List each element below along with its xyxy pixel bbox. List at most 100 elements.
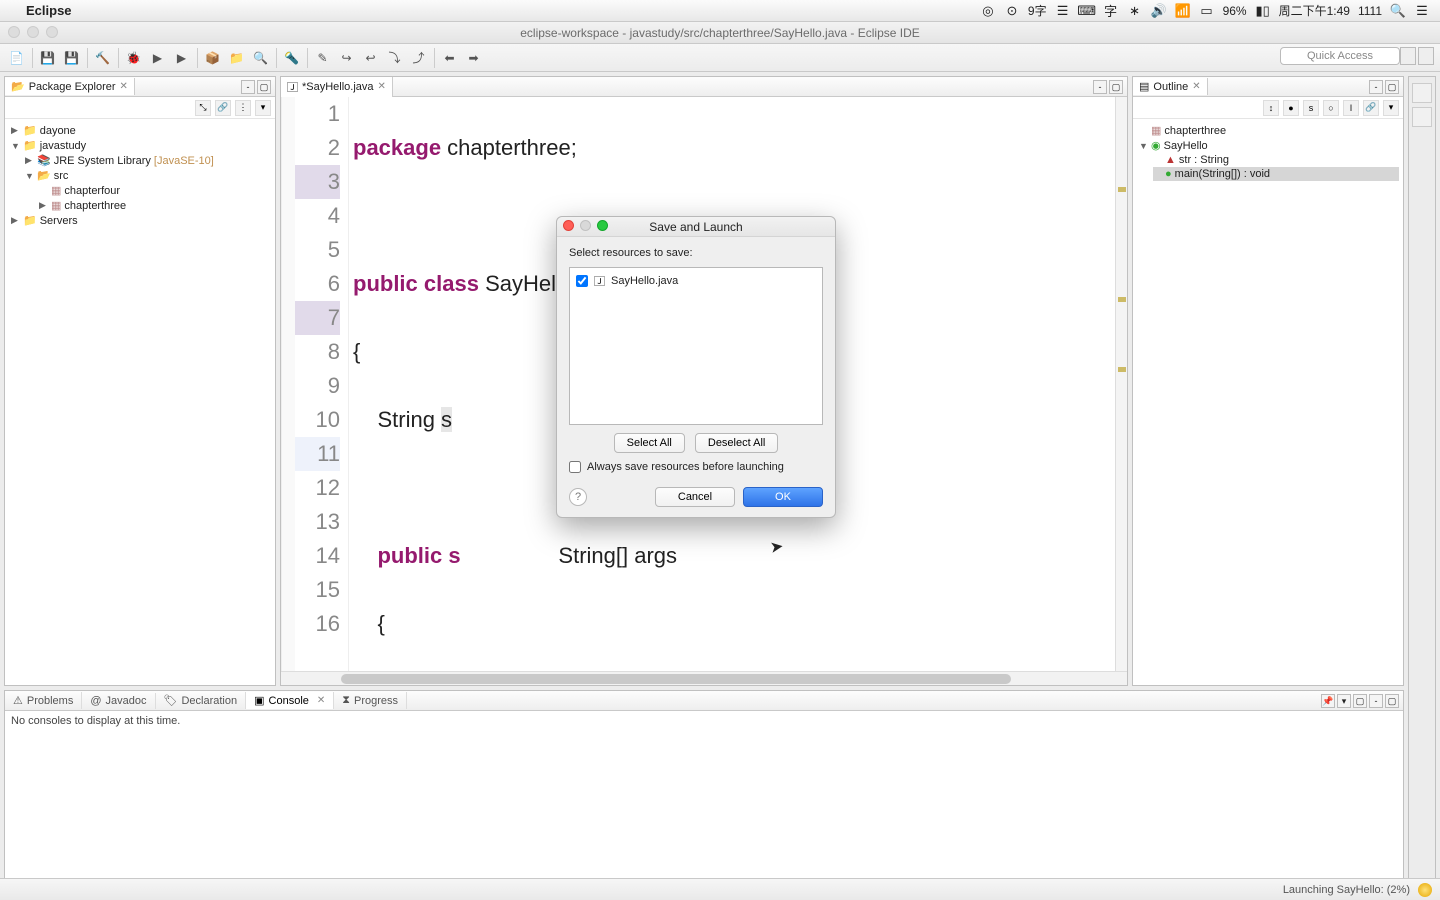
battery-icon[interactable]: ▮▯ bbox=[1255, 3, 1271, 19]
maximize-outline-button[interactable]: ▢ bbox=[1385, 80, 1399, 94]
quick-access[interactable]: Quick Access bbox=[1280, 47, 1400, 65]
trim-button-1[interactable] bbox=[1412, 83, 1432, 103]
outline-field[interactable]: ▲str : String bbox=[1153, 153, 1399, 167]
save-button[interactable]: 💾 bbox=[37, 48, 59, 68]
jre-library[interactable]: ▶📚JRE System Library [JavaSE-10] bbox=[25, 153, 271, 168]
menu-icon[interactable]: ☰ bbox=[1414, 3, 1430, 19]
src-folder[interactable]: ▼📂src bbox=[25, 168, 271, 183]
step4-button[interactable]: ⤴ bbox=[408, 48, 430, 68]
editor-tab[interactable]: 🄹 *SayHello.java ✕ bbox=[281, 77, 393, 97]
hide-fields-button[interactable]: ● bbox=[1283, 100, 1299, 116]
step2-button[interactable]: ↩ bbox=[360, 48, 382, 68]
progress-tab[interactable]: ⧗Progress bbox=[334, 692, 407, 709]
app-name[interactable]: Eclipse bbox=[26, 3, 72, 18]
filter-button[interactable]: ⋮ bbox=[235, 100, 251, 116]
build-button[interactable]: 🔨 bbox=[92, 48, 114, 68]
link-editor-button[interactable]: 🔗 bbox=[215, 100, 231, 116]
back-button[interactable]: ⬅ bbox=[439, 48, 461, 68]
toggle-mark-button[interactable]: ✎ bbox=[312, 48, 334, 68]
package-chapterthree[interactable]: ▶▦chapterthree bbox=[39, 198, 271, 213]
step3-button[interactable]: ⤵ bbox=[384, 48, 406, 68]
minimize-bottom-button[interactable]: - bbox=[1369, 694, 1383, 708]
close-editor-icon[interactable]: ✕ bbox=[378, 81, 386, 92]
ime-box2-icon[interactable]: ⌨ bbox=[1079, 3, 1095, 19]
project-dayone[interactable]: ▶📁dayone bbox=[11, 123, 271, 138]
siri-icon[interactable]: ◎ bbox=[980, 3, 996, 19]
javadoc-tab[interactable]: @Javadoc bbox=[82, 693, 155, 709]
declaration-tab[interactable]: 🏷Declaration bbox=[156, 692, 247, 709]
pin-console-button[interactable]: 📌 bbox=[1321, 694, 1335, 708]
outline-tab[interactable]: ▤ Outline ✕ bbox=[1133, 78, 1208, 95]
package-chapterfour[interactable]: ▦chapterfour bbox=[39, 183, 271, 198]
close-window-btn[interactable] bbox=[8, 26, 20, 38]
save-all-button[interactable]: 💾 bbox=[61, 48, 83, 68]
maximize-view-button[interactable]: ▢ bbox=[257, 80, 271, 94]
close-outline-icon[interactable]: ✕ bbox=[1192, 81, 1200, 92]
open-perspective-button[interactable] bbox=[1400, 47, 1416, 65]
dialog-close-button[interactable] bbox=[563, 220, 574, 231]
new-class-button[interactable]: 📦 bbox=[202, 48, 224, 68]
display-console-button[interactable]: ▾ bbox=[1337, 694, 1351, 708]
always-save-checkbox[interactable] bbox=[569, 461, 581, 473]
new-button[interactable]: 📄 bbox=[6, 48, 28, 68]
java-perspective-button[interactable] bbox=[1418, 47, 1434, 65]
sort-button[interactable]: ↕ bbox=[1263, 100, 1279, 116]
outline-package[interactable]: ▦chapterthree bbox=[1139, 123, 1399, 138]
maximize-editor-button[interactable]: ▢ bbox=[1109, 80, 1123, 94]
forward-button[interactable]: ➡ bbox=[463, 48, 485, 68]
hide-local-button[interactable]: l bbox=[1343, 100, 1359, 116]
hide-nonpublic-button[interactable]: ○ bbox=[1323, 100, 1339, 116]
display-icon[interactable]: ▭ bbox=[1199, 3, 1215, 19]
minimize-editor-button[interactable]: - bbox=[1093, 80, 1107, 94]
console-tab[interactable]: ▣Console✕ bbox=[246, 692, 334, 709]
package-explorer-tab[interactable]: 📂 Package Explorer ✕ bbox=[5, 78, 135, 95]
open-console-button[interactable]: ▢ bbox=[1353, 694, 1367, 708]
tip-bulb-icon[interactable] bbox=[1418, 883, 1432, 897]
debug-button[interactable]: 🐞 bbox=[123, 48, 145, 68]
project-servers[interactable]: ▶📁Servers bbox=[11, 213, 271, 228]
ime-box3-icon[interactable]: 字 bbox=[1103, 3, 1119, 19]
zoom-window-btn[interactable] bbox=[46, 26, 58, 38]
hide-static-button[interactable]: s bbox=[1303, 100, 1319, 116]
session-label[interactable]: 1111 bbox=[1358, 4, 1382, 18]
volume-icon[interactable]: 🔊 bbox=[1151, 3, 1167, 19]
close-icon[interactable]: ✕ bbox=[120, 81, 128, 92]
cancel-button[interactable]: Cancel bbox=[655, 487, 735, 507]
help-button[interactable]: ? bbox=[569, 488, 587, 506]
outline-method[interactable]: ●main(String[]) : void bbox=[1153, 167, 1399, 181]
select-all-button[interactable]: Select All bbox=[614, 433, 685, 453]
problems-tab[interactable]: ⚠Problems bbox=[5, 692, 82, 709]
minimize-outline-button[interactable]: - bbox=[1369, 80, 1383, 94]
search-button[interactable]: 🔦 bbox=[281, 48, 303, 68]
coverage-button[interactable]: ▶ bbox=[171, 48, 193, 68]
outline-class[interactable]: ▼◉SayHello bbox=[1139, 138, 1399, 153]
outline-tree[interactable]: ▦chapterthree ▼◉SayHello ▲str : String ●… bbox=[1133, 119, 1403, 685]
ime-box-icon[interactable]: ☰ bbox=[1055, 3, 1071, 19]
open-type-button[interactable]: 🔍 bbox=[250, 48, 272, 68]
spotlight-icon[interactable]: 🔍 bbox=[1390, 3, 1406, 19]
trim-button-2[interactable] bbox=[1412, 107, 1432, 127]
focus-button[interactable]: 🔗 bbox=[1363, 100, 1379, 116]
bluetooth-icon[interactable]: ∗ bbox=[1127, 3, 1143, 19]
minimize-view-button[interactable]: - bbox=[241, 80, 255, 94]
new-package-button[interactable]: 📁 bbox=[226, 48, 248, 68]
resource-list[interactable]: 🄹 SayHello.java bbox=[569, 267, 823, 425]
maximize-bottom-button[interactable]: ▢ bbox=[1385, 694, 1399, 708]
record-icon[interactable]: ⊙ bbox=[1004, 3, 1020, 19]
close-console-icon[interactable]: ✕ bbox=[317, 695, 325, 706]
deselect-all-button[interactable]: Deselect All bbox=[695, 433, 778, 453]
dialog-minimize-button[interactable] bbox=[580, 220, 591, 231]
ime-label[interactable]: 9字 bbox=[1028, 2, 1047, 19]
resource-item[interactable]: 🄹 SayHello.java bbox=[574, 272, 818, 290]
wifi-icon[interactable]: 📶 bbox=[1175, 3, 1191, 19]
package-explorer-tree[interactable]: ▶📁dayone ▼📁javastudy ▶📚JRE System Librar… bbox=[5, 119, 275, 685]
collapse-all-button[interactable]: ⤡ bbox=[195, 100, 211, 116]
run-button[interactable]: ▶ bbox=[147, 48, 169, 68]
step-button[interactable]: ↪ bbox=[336, 48, 358, 68]
project-javastudy[interactable]: ▼📁javastudy bbox=[11, 138, 271, 153]
outline-menu-button[interactable]: ▾ bbox=[1383, 100, 1399, 116]
minimize-window-btn[interactable] bbox=[27, 26, 39, 38]
dialog-zoom-button[interactable] bbox=[597, 220, 608, 231]
ok-button[interactable]: OK bbox=[743, 487, 823, 507]
editor-hscrollbar[interactable] bbox=[281, 671, 1127, 685]
